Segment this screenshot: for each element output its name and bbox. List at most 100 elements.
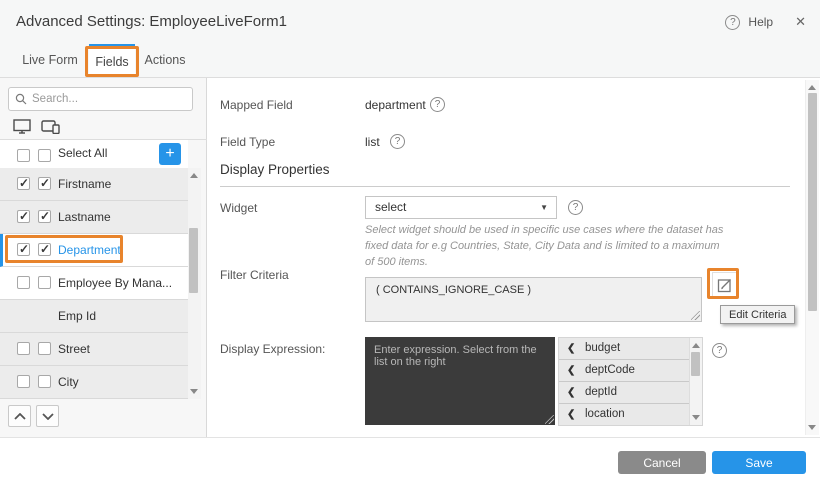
- edit-icon: [717, 277, 733, 293]
- field-row-employee-by-manager[interactable]: Employee By Mana...: [0, 267, 188, 300]
- help-link[interactable]: Help: [748, 15, 773, 29]
- chevron-up-icon: [14, 413, 26, 420]
- scrollbar-thumb[interactable]: [189, 228, 198, 293]
- field-row-city[interactable]: City: [0, 366, 188, 399]
- help-icon[interactable]: ?: [725, 15, 740, 30]
- field-label: Department: [58, 234, 121, 266]
- expression-field-label: budget: [585, 342, 620, 354]
- field-order-controls: [0, 399, 207, 437]
- web-checkbox[interactable]: [17, 276, 30, 289]
- tab-actions[interactable]: Actions: [141, 44, 189, 77]
- resize-handle-icon[interactable]: [545, 415, 554, 424]
- web-checkbox[interactable]: [17, 243, 30, 256]
- field-label: Firstname: [58, 168, 111, 200]
- move-up-button[interactable]: [8, 405, 31, 427]
- field-label: Street: [58, 333, 90, 365]
- display-expression-help-icon[interactable]: ?: [712, 343, 727, 358]
- field-row-lastname[interactable]: Lastname: [0, 201, 188, 234]
- insert-left-icon: ❮: [567, 338, 575, 359]
- display-expression-input[interactable]: [365, 337, 555, 425]
- scroll-down-icon[interactable]: [808, 425, 816, 430]
- scroll-down-icon[interactable]: [190, 389, 198, 394]
- display-properties-heading: Display Properties: [220, 162, 790, 187]
- add-field-button[interactable]: +: [159, 143, 181, 165]
- field-label: Lastname: [58, 201, 111, 233]
- widget-label: Widget: [220, 201, 257, 215]
- mobile-checkbox[interactable]: [38, 177, 51, 190]
- expression-field-location[interactable]: ❮ location: [559, 404, 690, 426]
- widget-help-icon[interactable]: ?: [568, 200, 583, 215]
- select-all-mobile-checkbox[interactable]: [38, 149, 51, 162]
- resize-handle-icon[interactable]: [691, 311, 700, 320]
- chevron-down-icon: [42, 413, 54, 420]
- plus-icon: +: [165, 145, 174, 162]
- expression-list-scrollbar[interactable]: [689, 338, 702, 425]
- fields-sidebar: Select All + Firstname Lastname Departme…: [0, 78, 207, 437]
- expression-fields-list: ❮ budget ❮ deptCode ❮ deptId ❮ location: [558, 337, 703, 426]
- field-row-emp-id[interactable]: Emp Id: [0, 300, 188, 333]
- web-checkbox[interactable]: [17, 342, 30, 355]
- select-all-web-checkbox[interactable]: [17, 149, 30, 162]
- mobile-checkbox[interactable]: [38, 210, 51, 223]
- display-expression-label: Display Expression:: [220, 342, 325, 356]
- mobile-checkbox[interactable]: [38, 276, 51, 289]
- filter-criteria-value: ( CONTAINS_IGNORE_CASE ): [376, 284, 531, 296]
- filter-criteria-box[interactable]: ( CONTAINS_IGNORE_CASE ): [365, 277, 702, 322]
- cancel-button[interactable]: Cancel: [618, 451, 706, 474]
- advanced-settings-dialog: Advanced Settings: EmployeeLiveForm1 ? H…: [0, 0, 820, 489]
- close-icon[interactable]: ✕: [795, 14, 806, 30]
- field-label: Employee By Mana...: [58, 267, 172, 299]
- insert-left-icon: ❮: [567, 404, 575, 425]
- edit-criteria-tooltip: Edit Criteria: [720, 305, 795, 324]
- device-toggle-row: [0, 114, 207, 140]
- mapped-field-value: department: [365, 98, 426, 112]
- desktop-icon[interactable]: [13, 119, 31, 134]
- save-button[interactable]: Save: [712, 451, 806, 474]
- mobile-devices-icon[interactable]: [41, 119, 61, 134]
- tab-fields[interactable]: Fields: [89, 44, 135, 77]
- expression-field-label: deptCode: [585, 364, 635, 376]
- field-type-help-icon[interactable]: ?: [390, 134, 405, 149]
- web-checkbox[interactable]: [17, 375, 30, 388]
- mapped-field-help-icon[interactable]: ?: [430, 97, 445, 112]
- sidebar-scrollbar[interactable]: [188, 168, 201, 399]
- scroll-down-icon[interactable]: [692, 415, 700, 420]
- expression-field-label: location: [585, 408, 625, 420]
- widget-description: Select widget should be used in specific…: [365, 223, 727, 271]
- widget-select[interactable]: select ▼: [365, 196, 557, 219]
- move-down-button[interactable]: [36, 405, 59, 427]
- main-scrollbar[interactable]: [805, 80, 819, 435]
- edit-criteria-button[interactable]: [712, 272, 737, 297]
- field-type-label: Field Type: [220, 135, 275, 149]
- mobile-checkbox[interactable]: [38, 375, 51, 388]
- field-settings-panel: Mapped Field department ? Field Type lis…: [208, 78, 805, 437]
- expression-field-label: deptId: [585, 386, 617, 398]
- scroll-up-icon[interactable]: [692, 343, 700, 348]
- tab-live-form[interactable]: Live Form: [18, 44, 82, 77]
- search-input[interactable]: [32, 93, 186, 105]
- widget-select-value: select: [375, 200, 406, 214]
- dropdown-arrow-icon: ▼: [540, 197, 548, 219]
- search-icon: [15, 93, 27, 105]
- tab-bar: Live Form Fields Actions: [0, 44, 820, 78]
- mobile-checkbox[interactable]: [38, 342, 51, 355]
- expression-field-deptid[interactable]: ❮ deptId: [559, 382, 690, 404]
- dialog-header: Advanced Settings: EmployeeLiveForm1 ? H…: [0, 0, 820, 44]
- field-type-value: list: [365, 135, 380, 149]
- field-row-department[interactable]: Department: [0, 234, 188, 267]
- search-box[interactable]: [8, 87, 193, 111]
- field-row-firstname[interactable]: Firstname: [0, 168, 188, 201]
- field-row-street[interactable]: Street: [0, 333, 188, 366]
- field-label: City: [58, 366, 79, 398]
- scrollbar-thumb[interactable]: [808, 93, 817, 311]
- expression-field-budget[interactable]: ❮ budget: [559, 338, 690, 360]
- insert-left-icon: ❮: [567, 382, 575, 403]
- expression-field-deptcode[interactable]: ❮ deptCode: [559, 360, 690, 382]
- web-checkbox[interactable]: [17, 177, 30, 190]
- filter-criteria-label: Filter Criteria: [220, 268, 289, 282]
- scroll-up-icon[interactable]: [808, 85, 816, 90]
- scroll-up-icon[interactable]: [190, 173, 198, 178]
- scrollbar-thumb[interactable]: [691, 352, 700, 376]
- mobile-checkbox[interactable]: [38, 243, 51, 256]
- web-checkbox[interactable]: [17, 210, 30, 223]
